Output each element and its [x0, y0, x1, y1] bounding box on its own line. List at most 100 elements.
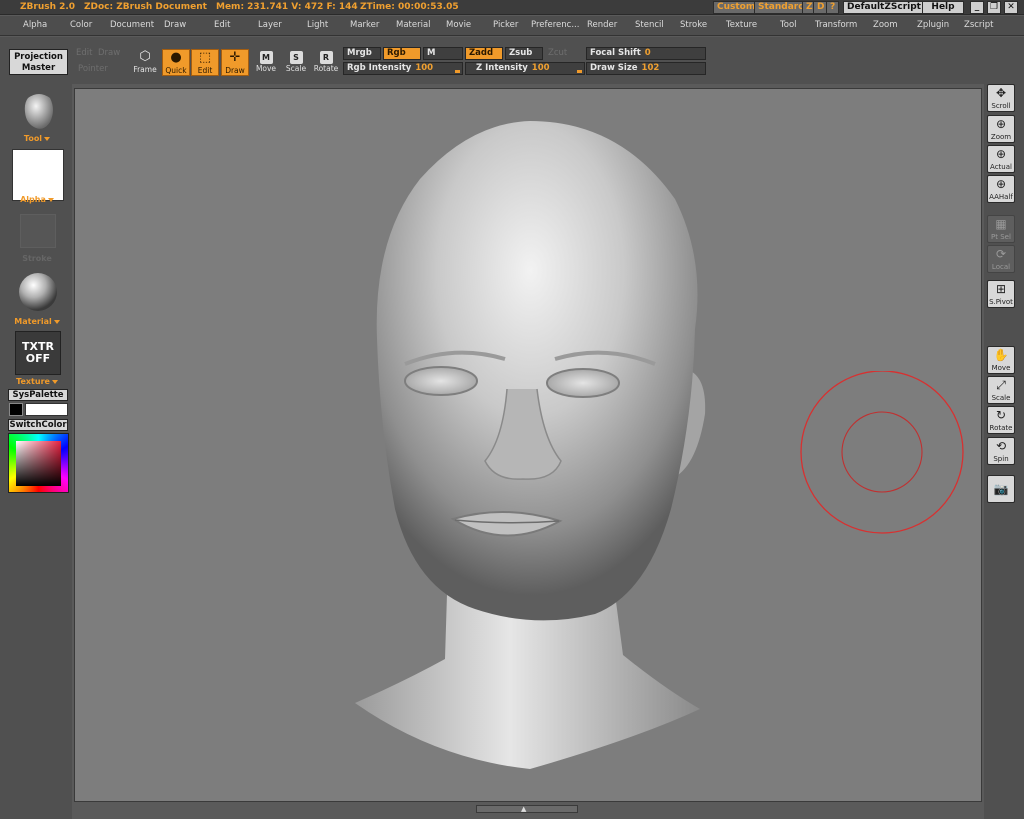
- projection-master-button[interactable]: Projection Master: [9, 49, 68, 75]
- tool-menu[interactable]: Tool: [8, 134, 66, 143]
- alpha-menu[interactable]: Alpha: [8, 195, 66, 204]
- zcut-button[interactable]: Zcut: [548, 48, 567, 58]
- custom-button[interactable]: Custom: [713, 1, 760, 14]
- frame-label: Frame: [133, 65, 157, 74]
- focal-shift-value: 0: [644, 48, 651, 58]
- material-sphere-icon[interactable]: [18, 272, 58, 312]
- menu-texture[interactable]: Texture: [726, 20, 757, 30]
- standard-button[interactable]: Standard: [754, 1, 809, 14]
- spin-button[interactable]: ⟲ Spin: [987, 437, 1015, 465]
- aahalf-zoom-icon: ⊕: [995, 177, 1007, 191]
- menu-transform[interactable]: Transform: [815, 20, 857, 30]
- frame-button[interactable]: ⬡ Frame: [131, 49, 159, 76]
- bottom-tray-toggle[interactable]: ▲: [476, 805, 578, 813]
- mrgb-button[interactable]: Mrgb: [343, 47, 381, 60]
- move-view-button[interactable]: ✋ Move: [987, 346, 1015, 374]
- faded-edit-label: Edit: [76, 48, 93, 58]
- spivot-label: S.Pivot: [989, 298, 1013, 306]
- camera-icon: 📷: [993, 482, 1009, 496]
- menu-material[interactable]: Material: [396, 20, 431, 30]
- color-picker-square[interactable]: [16, 441, 61, 486]
- tool-thumbnail-icon[interactable]: [20, 92, 58, 132]
- menu-draw[interactable]: Draw: [164, 20, 186, 30]
- menu-zplugin[interactable]: Zplugin: [917, 20, 949, 30]
- zsub-button[interactable]: Zsub: [505, 47, 543, 60]
- scale-view-button[interactable]: ⤢ Scale: [987, 376, 1015, 404]
- memory-readout: Mem: 231.741 V: 472 F: 144: [216, 2, 358, 12]
- edit-button[interactable]: ⬚ Edit: [191, 49, 219, 76]
- menu-alpha[interactable]: Alpha: [23, 20, 47, 30]
- menu-tool[interactable]: Tool: [780, 20, 797, 30]
- aahalf-button[interactable]: ⊕ AAHalf: [987, 175, 1015, 203]
- menu-color[interactable]: Color: [70, 20, 92, 30]
- alpha-swatch[interactable]: [12, 149, 64, 201]
- rgb-intensity-value: 100: [415, 63, 434, 73]
- focal-shift-slider[interactable]: Focal Shift 0: [586, 47, 706, 60]
- zoom-button[interactable]: ⊕ Zoom: [987, 115, 1015, 143]
- draw-button[interactable]: ✛ Draw: [221, 49, 249, 76]
- rgb-button[interactable]: Rgb: [383, 47, 421, 60]
- actual-button[interactable]: ⊕ Actual: [987, 145, 1015, 173]
- scale-mode-button[interactable]: S Scale: [283, 49, 309, 76]
- document-canvas[interactable]: [74, 88, 982, 802]
- menu-bar: Alpha Color Document Draw Edit Layer Lig…: [0, 16, 1024, 36]
- help-button[interactable]: Help: [922, 1, 964, 14]
- grid-icon: ▦: [995, 217, 1007, 231]
- stroke-thumbnail-icon[interactable]: [20, 214, 56, 248]
- restore-icon[interactable]: ❐: [987, 1, 1001, 14]
- scroll-button[interactable]: ✥ Scroll: [987, 84, 1015, 112]
- secondary-color-swatch[interactable]: [9, 403, 23, 416]
- menu-preferences[interactable]: Preferenc...: [531, 20, 579, 30]
- faded-draw-label: Draw: [98, 48, 121, 58]
- texture-menu[interactable]: Texture: [8, 377, 66, 386]
- quick-button[interactable]: ● Quick: [162, 49, 190, 76]
- m-button[interactable]: M: [423, 47, 463, 60]
- point-select-button[interactable]: ▦ Pt Sel: [987, 215, 1015, 243]
- app-title: ZBrush 2.0: [20, 2, 76, 12]
- menu-picker[interactable]: Picker: [493, 20, 518, 30]
- sphere-icon: ●: [170, 50, 182, 65]
- stroke-menu[interactable]: Stroke: [8, 254, 66, 263]
- zadd-button[interactable]: Zadd: [465, 47, 503, 60]
- scale-icon: ⤢: [996, 378, 1006, 392]
- menu-zoom[interactable]: Zoom: [873, 20, 898, 30]
- scale-key-icon: S: [289, 51, 303, 64]
- z-intensity-value: 100: [531, 63, 550, 73]
- projection-master-line1: Projection: [14, 52, 63, 62]
- close-icon[interactable]: ✕: [1004, 1, 1018, 14]
- menu-stencil[interactable]: Stencil: [635, 20, 664, 30]
- help-question-button[interactable]: ?: [826, 1, 840, 14]
- move-key-icon: M: [259, 51, 273, 64]
- menu-movie[interactable]: Movie: [446, 20, 471, 30]
- menu-edit[interactable]: Edit: [214, 20, 230, 30]
- syspalette-button[interactable]: SysPalette: [8, 389, 68, 401]
- projection-master-line2: Master: [21, 63, 56, 73]
- rgb-intensity-slider[interactable]: Rgb Intensity 100: [343, 62, 463, 75]
- main-color-swatch[interactable]: [25, 403, 68, 416]
- menu-stroke[interactable]: Stroke: [680, 20, 707, 30]
- move-mode-button[interactable]: M Move: [253, 49, 279, 76]
- menu-light[interactable]: Light: [307, 20, 328, 30]
- draw-size-slider[interactable]: Draw Size 102: [586, 62, 706, 75]
- zoom-label: Zoom: [990, 133, 1012, 141]
- menu-document[interactable]: Document: [110, 20, 154, 30]
- menu-render[interactable]: Render: [587, 20, 617, 30]
- menu-marker[interactable]: Marker: [350, 20, 379, 30]
- rotate-mode-button[interactable]: R Rotate: [313, 49, 339, 76]
- menu-zscript[interactable]: Zscript: [964, 20, 994, 30]
- color-picker[interactable]: [8, 433, 69, 493]
- texture-off-thumbnail[interactable]: TXTR OFF: [15, 331, 61, 375]
- spivot-button[interactable]: ⊞ S.Pivot: [987, 280, 1015, 308]
- snapshot-button[interactable]: 📷: [987, 475, 1015, 503]
- z-intensity-slider[interactable]: Z Intensity 100: [465, 62, 585, 75]
- default-zscript-button[interactable]: DefaultZScript: [843, 1, 925, 14]
- local-button[interactable]: ⟳ Local: [987, 245, 1015, 273]
- minimize-icon[interactable]: _: [970, 1, 984, 14]
- rotate-view-button[interactable]: ↻ Rotate: [987, 406, 1015, 434]
- menu-layer[interactable]: Layer: [258, 20, 282, 30]
- switchcolor-button[interactable]: SwitchColor: [8, 419, 68, 431]
- slider-handle-icon: [577, 70, 582, 73]
- left-tray: Tool Alpha Stroke Material TXTR OFF Text…: [0, 84, 72, 819]
- material-menu[interactable]: Material: [8, 317, 66, 326]
- scale-label: Scale: [285, 64, 307, 73]
